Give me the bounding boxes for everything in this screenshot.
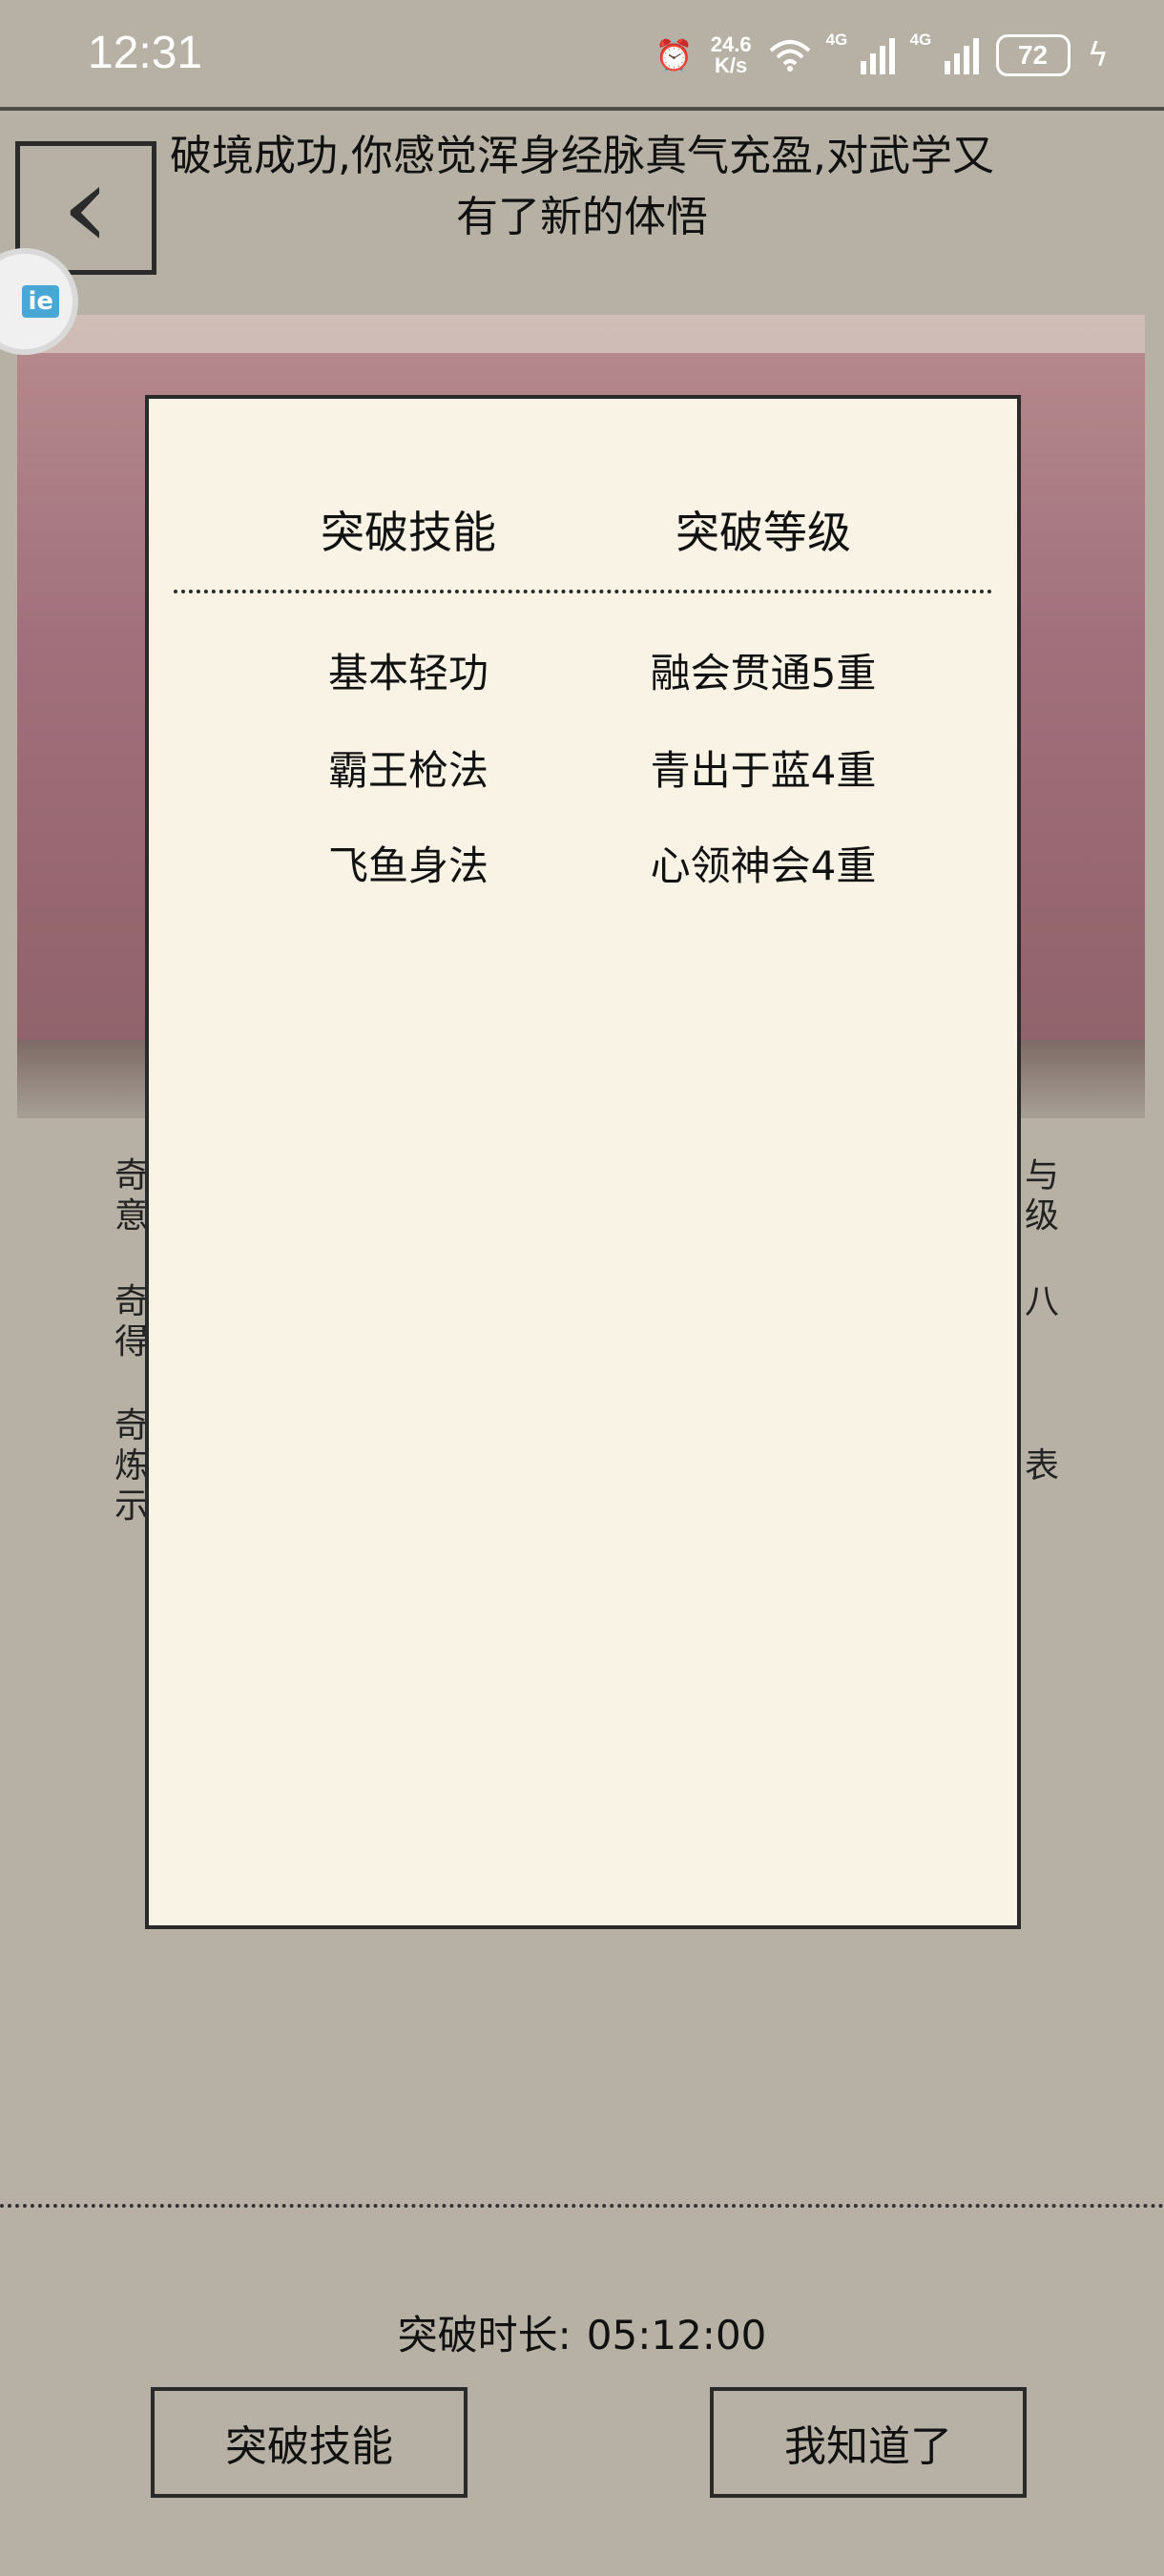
dotted-divider	[174, 590, 992, 593]
bottom-dotted-divider	[0, 2204, 1164, 2208]
status-time: 12:31	[88, 28, 203, 78]
bg-text-fragment: 与	[1025, 1156, 1060, 1195]
wifi-icon	[769, 39, 811, 72]
bg-text-fragment: 意	[114, 1196, 150, 1236]
net-speed: 24.6 K/s	[710, 32, 752, 77]
status-bar: 12:31 ⏰ 24.6 K/s 4G 4G 72 ϟ	[0, 0, 1164, 105]
bg-text-fragment: 表	[1025, 1446, 1060, 1485]
breakthrough-message: 破境成功,你感觉浑身经脉真气充盈,对武学又有了新的体悟	[170, 132, 994, 241]
back-arrow-icon: ‹	[60, 141, 112, 274]
bg-text-fragment: 炼	[114, 1446, 150, 1485]
column-header-skill: 突破技能	[321, 507, 496, 558]
breakthrough-dialog: 突破技能 突破等级 基本轻功 融会贯通5重 霸王枪法 青出于蓝4重 飞鱼身法 心…	[145, 395, 1021, 1929]
skill-name: 霸王枪法	[327, 747, 488, 794]
skill-level: 青出于蓝4重	[650, 747, 877, 794]
signal-icon: 4G	[826, 31, 895, 74]
header-divider	[0, 107, 1164, 116]
duration-value: 05:12:00	[586, 2312, 767, 2358]
status-icons: ⏰ 24.6 K/s 4G 4G 72 ϟ	[655, 29, 1109, 82]
signal-icon: 4G	[910, 31, 979, 74]
scene-top-strip	[17, 315, 1145, 353]
duration-label: 突破时长:	[397, 2312, 572, 2358]
charging-icon: ϟ	[1087, 36, 1109, 74]
bg-text-fragment: 奇	[114, 1282, 150, 1321]
bg-text-fragment: 级	[1025, 1196, 1060, 1236]
column-header-level: 突破等级	[676, 507, 851, 558]
skill-level: 心领神会4重	[650, 842, 877, 889]
acknowledge-button[interactable]: 我知道了	[710, 2387, 1027, 2498]
battery-icon: 72	[995, 34, 1070, 76]
bg-text-fragment: 奇	[114, 1406, 150, 1445]
bg-text-fragment: 得	[114, 1322, 150, 1361]
skill-name: 基本轻功	[327, 650, 488, 696]
skill-level: 融会贯通5重	[650, 650, 877, 696]
alarm-icon: ⏰	[655, 37, 694, 73]
bg-text-fragment: 奇	[114, 1156, 150, 1195]
bg-text-fragment: 示	[114, 1486, 150, 1526]
bg-text-fragment: 八	[1025, 1282, 1060, 1321]
skill-name: 飞鱼身法	[327, 842, 488, 889]
breakthrough-skill-button[interactable]: 突破技能	[151, 2387, 468, 2498]
breakthrough-duration: 突破时长: 05:12:00	[0, 2303, 1164, 2361]
